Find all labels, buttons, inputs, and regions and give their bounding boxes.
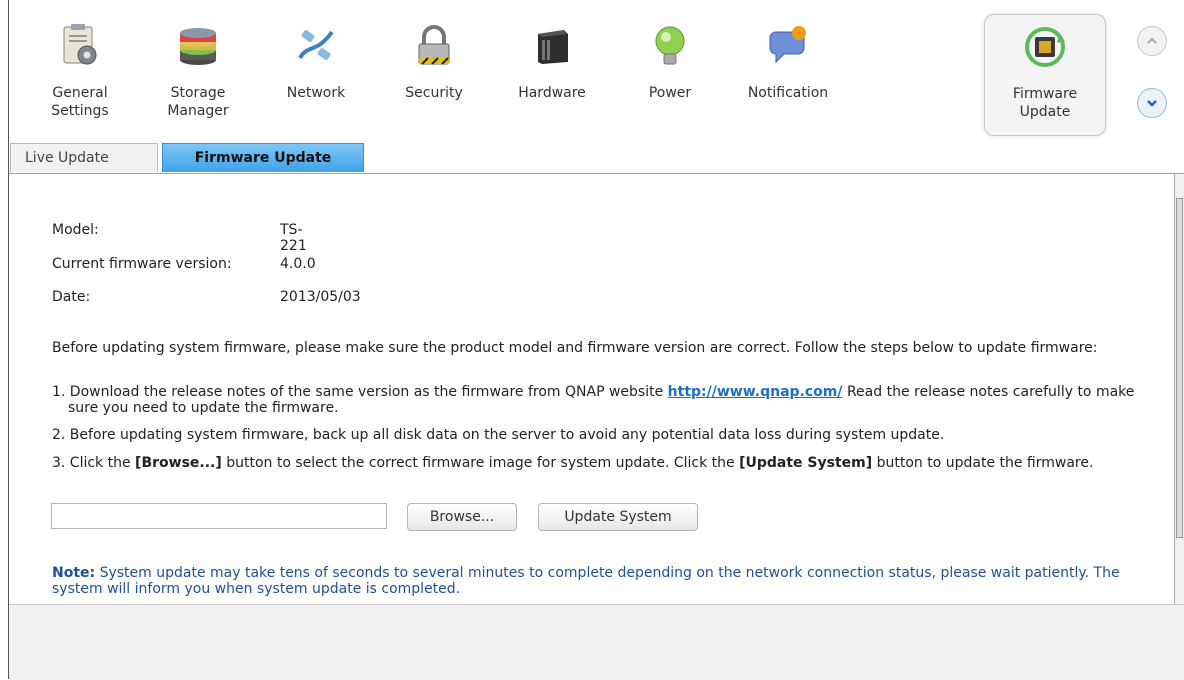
hardware-icon: [538, 30, 568, 64]
instruction-step-1: 1. Download the release notes of the sam…: [52, 384, 1148, 416]
step-3-text: 3. Click the: [52, 455, 136, 471]
firmware-file-input[interactable]: [51, 503, 387, 529]
instruction-step-2: 2. Before updating system firmware, back…: [52, 427, 945, 443]
tab-live-update[interactable]: Live Update: [10, 143, 158, 172]
network-icon: [298, 30, 334, 60]
step-1-text: 1. Download the release notes of the sam…: [52, 384, 668, 400]
instruction-step-3: 3. Click the [Browse...] button to selec…: [52, 455, 1148, 471]
step-3-text-mid: button to select the correct firmware im…: [221, 455, 740, 471]
chevron-up-icon: [1147, 37, 1157, 44]
toolbar-label: Hardware: [518, 85, 586, 101]
app-frame: General Settings Storage Manager Network: [8, 0, 1184, 680]
toolbar-label: General Settings: [51, 85, 109, 119]
toolbar-item-hardware[interactable]: Hardware: [493, 14, 611, 134]
toolbar-item-storage-manager[interactable]: Storage Manager: [139, 14, 257, 134]
toolbar-label: Power: [648, 85, 692, 101]
firmware-version-value: 4.0.0: [280, 256, 316, 272]
toolbar-label: Notification: [747, 85, 829, 101]
model-value: TS-221: [280, 222, 307, 254]
tab-firmware-update[interactable]: Firmware Update: [162, 143, 364, 172]
storage-manager-icon: [180, 28, 216, 65]
notification-icon: [769, 26, 806, 64]
panel-footer: [9, 604, 1184, 680]
scrollbar-thumb[interactable]: [1176, 198, 1183, 538]
toolbar-scroll-up-button[interactable]: [1137, 26, 1167, 56]
toolbar-item-power[interactable]: Power: [611, 14, 729, 134]
date-label: Date:: [52, 289, 91, 305]
toolbar-item-notification[interactable]: Notification: [729, 14, 847, 134]
control-panel-toolbar: General Settings Storage Manager Network: [9, 0, 1184, 140]
toolbar-label: Security: [405, 85, 463, 101]
content-scrollbar[interactable]: [1174, 174, 1184, 604]
toolbar-label: Network: [286, 85, 346, 101]
security-icon: [418, 25, 450, 65]
model-label: Model:: [52, 222, 99, 238]
instructions-intro: Before updating system firmware, please …: [52, 340, 1098, 356]
note-text: System update may take tens of seconds t…: [52, 565, 1120, 597]
step-3-browse-ref: [Browse...]: [135, 455, 222, 471]
firmware-version-label: Current firmware version:: [52, 256, 232, 272]
toolbar-item-security[interactable]: Security: [375, 14, 493, 134]
chevron-down-icon: [1147, 100, 1157, 107]
toolbar-label: Storage Manager: [167, 85, 229, 119]
update-system-button[interactable]: Update System: [538, 503, 698, 531]
browse-button[interactable]: Browse...: [407, 503, 517, 531]
toolbar-item-general-settings[interactable]: General Settings: [21, 14, 139, 134]
toolbar-label: Firmware Update: [1012, 86, 1078, 120]
date-value: 2013/05/03: [280, 289, 361, 305]
toolbar-scroll-down-button[interactable]: [1137, 88, 1167, 118]
update-note: Note: System update may take tens of sec…: [52, 565, 1152, 597]
note-label: Note:: [52, 565, 96, 581]
qnap-website-link[interactable]: http://www.qnap.com/: [668, 384, 843, 400]
firmware-update-icon: [1025, 27, 1065, 67]
power-icon: [655, 26, 685, 65]
tab-bar: Live Update Firmware Update: [9, 143, 1184, 174]
firmware-update-panel: Model: TS-221 Current firmware version: …: [9, 174, 1175, 604]
step-3-text-end: button to update the firmware.: [872, 455, 1094, 471]
step-3-update-ref: [Update System]: [739, 455, 873, 471]
toolbar-item-network[interactable]: Network: [257, 14, 375, 134]
toolbar-item-firmware-update[interactable]: Firmware Update: [984, 14, 1106, 136]
general-settings-icon: [63, 24, 97, 65]
